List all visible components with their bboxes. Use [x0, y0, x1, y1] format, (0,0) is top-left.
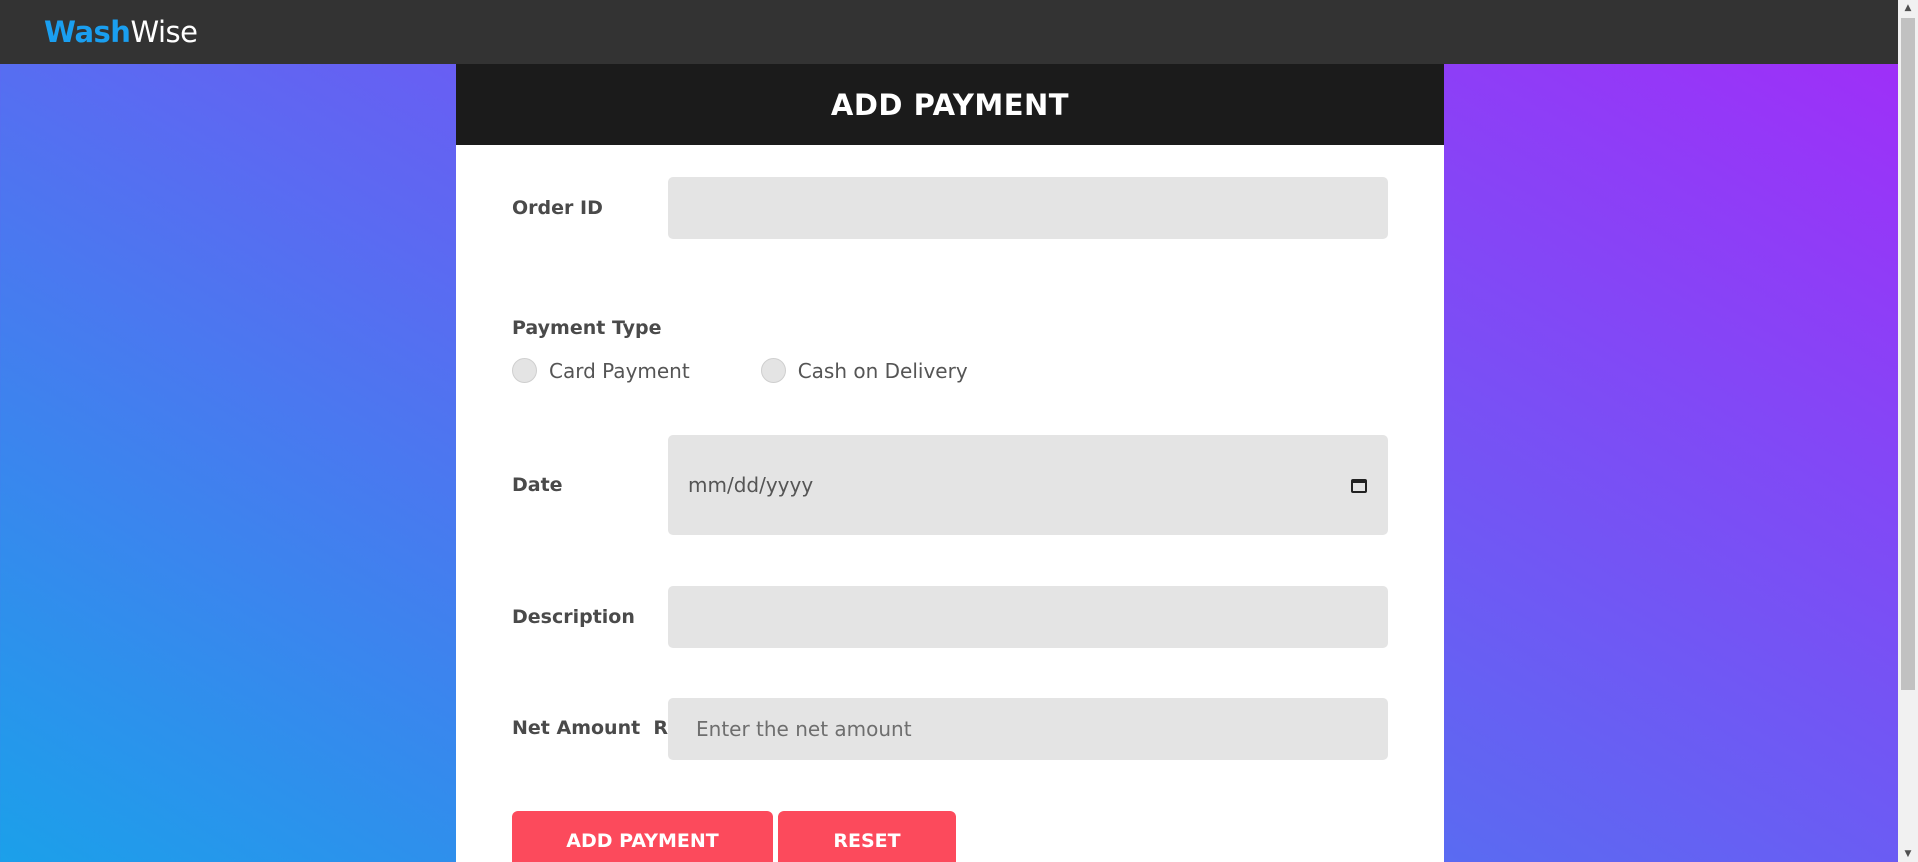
- radio-card-payment[interactable]: Card Payment: [512, 358, 690, 383]
- date-label: Date: [512, 474, 563, 496]
- description-label: Description: [512, 606, 635, 628]
- scroll-up-icon[interactable]: ▲: [1898, 0, 1918, 16]
- description-input[interactable]: [668, 586, 1388, 648]
- order-id-label: Order ID: [512, 197, 603, 219]
- order-id-input[interactable]: [668, 177, 1388, 239]
- scroll-down-icon[interactable]: ▼: [1898, 846, 1918, 862]
- page-title: ADD PAYMENT: [830, 87, 1070, 122]
- date-placeholder: mm/dd/yyyy: [688, 473, 814, 497]
- radio-cash-on-delivery[interactable]: Cash on Delivery: [760, 358, 968, 383]
- net-amount-input[interactable]: [668, 698, 1388, 760]
- calendar-icon[interactable]: [1350, 476, 1368, 494]
- brand-logo[interactable]: WashWise: [44, 14, 198, 49]
- page-scrollbar[interactable]: ▲ ▼: [1898, 0, 1918, 862]
- net-amount-label: Net Amount Rs.: [512, 717, 687, 739]
- top-navbar: WashWise: [0, 0, 1898, 64]
- reset-button[interactable]: RESET: [778, 811, 956, 862]
- payment-type-label: Payment Type: [512, 317, 662, 339]
- scrollbar-thumb[interactable]: [1901, 18, 1915, 690]
- radio-label-cash: Cash on Delivery: [797, 358, 968, 383]
- brand-name-part2: Wise: [130, 14, 198, 49]
- panel-header: ADD PAYMENT: [456, 64, 1444, 145]
- date-input[interactable]: mm/dd/yyyy: [668, 435, 1388, 535]
- brand-name-part1: Wash: [44, 14, 131, 49]
- add-payment-panel: ADD PAYMENT Order ID Payment Type Card P…: [456, 64, 1444, 862]
- payment-type-options: Card Payment Cash on Delivery: [512, 358, 968, 383]
- radio-label-card: Card Payment: [549, 358, 690, 383]
- radio-button[interactable]: [512, 358, 537, 383]
- radio-button[interactable]: [760, 358, 786, 383]
- add-payment-button[interactable]: ADD PAYMENT: [512, 811, 773, 862]
